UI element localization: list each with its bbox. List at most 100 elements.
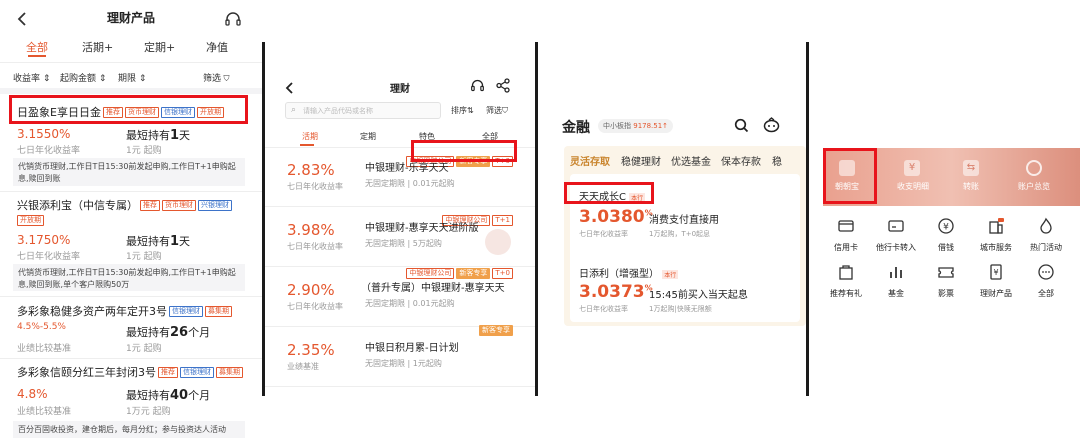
pane-finance: 金融 中小板指 9178.51↑ 灵活存取 稳健理财 优选基金 保本存款 稳 天… [538, 0, 806, 447]
banner-item-zhaozhaobao[interactable]: 朝朝宝 [829, 181, 865, 192]
service-movie-tickets[interactable]: 影票 [922, 262, 970, 299]
tab-demand[interactable]: 活期 [302, 131, 318, 142]
filter-button[interactable]: 筛选⛉ [486, 105, 508, 116]
service-borrow[interactable]: ¥ 借钱 [922, 216, 970, 253]
service-city[interactable]: 城市服务 [972, 216, 1020, 253]
tab-demand[interactable]: 活期+ [82, 39, 113, 55]
product-rate: 2.35% [287, 341, 335, 359]
search-icon[interactable] [734, 118, 750, 134]
hold-unit: 天 [179, 129, 191, 142]
tab-steady[interactable]: 稳健理财 [621, 153, 661, 168]
product-name-text: 日盈象E享日日金 [17, 106, 101, 119]
search-input[interactable]: ⌕ 请输入产品代码或名称 [285, 102, 441, 119]
filter-label: 筛选 [203, 74, 222, 84]
product-name[interactable]: 天天成长C 本行 [579, 188, 646, 203]
product-note: 百分百固收投资，建仓期后，每月分红；参与投资达人活动 [13, 421, 245, 438]
min-hold: 最短持有1天 [126, 127, 190, 143]
product-name[interactable]: 日盈象E享日日金 推荐 货币理财 信银理财 开放期 [17, 104, 224, 120]
spacer [0, 88, 262, 94]
banner-item-overview[interactable]: 账户总览 [1012, 181, 1056, 192]
tab-more[interactable]: 稳 [772, 153, 782, 168]
filter-button[interactable]: 筛选 ⛉ [203, 71, 230, 84]
product-name: 中银理财-惠享天天进阶版 [365, 223, 479, 234]
search-icon: ⌕ [291, 105, 297, 115]
yuan-coin-icon: ¥ [936, 216, 956, 236]
page-title: 理财 [390, 84, 410, 95]
hold-prefix: 最短持有 [126, 129, 170, 142]
headset-icon[interactable] [470, 78, 486, 94]
min-purchase: 1元 起购 [126, 344, 162, 354]
headset-icon[interactable] [224, 8, 244, 26]
share-icon[interactable] [496, 78, 512, 94]
pane-home-banking: 朝朝宝 ¥ 收支明细 ⇆ 转账 账户总览 信用卡 他行卡转入 ¥ 借钱 城市服务… [809, 0, 1080, 447]
product-name-text: 多彩象信颐分红三年封闭3号 [17, 366, 156, 379]
tag-raising: 募集期 [205, 306, 232, 317]
sort-button[interactable]: 排序⇅ [451, 105, 474, 116]
product-rate: 2.90% [287, 281, 335, 299]
tab-fixed[interactable]: 定期+ [144, 39, 175, 55]
product-row[interactable]: 中银理财公司 新客专享 T+0 2.90% 七日年化收益率 （普升专属）中银理财-惠… [265, 267, 535, 327]
product-name[interactable]: 多彩象信颐分红三年封闭3号 推荐 信银理财 募集期 [17, 364, 243, 380]
hold-num: 40 [170, 388, 189, 403]
tag-raising: 募集期 [216, 367, 243, 378]
service-wealth-products[interactable]: ¥ 理财产品 [972, 262, 1020, 299]
screenshot-collage: 理财产品 全部 活期+ 定期+ 净值 收益率 ⇕ 起购金额 ⇕ 期限 ⇕ 筛选 … [0, 0, 1080, 447]
service-all[interactable]: 全部 [1022, 262, 1070, 299]
tab-funds[interactable]: 优选基金 [671, 153, 711, 168]
sort-min-amount[interactable]: 起购金额 ⇕ [60, 71, 106, 84]
decorative-badge-icon [485, 229, 511, 255]
banner-item-transactions[interactable]: 收支明细 [891, 181, 935, 192]
more-dots-icon [1036, 262, 1056, 282]
product-rate: 3.98% [287, 221, 335, 239]
sort-yield[interactable]: 收益率 ⇕ [13, 71, 50, 84]
tab-fixed[interactable]: 定期 [360, 131, 376, 142]
service-other-bank-in[interactable]: 他行卡转入 [872, 216, 920, 253]
rate-label: 七日年化收益率 [17, 146, 81, 156]
tag-settlement: T+0 [492, 268, 513, 279]
sort-term[interactable]: 期限 ⇕ [118, 71, 146, 84]
tag-issuer: 中银理财公司 [406, 268, 455, 279]
divider [0, 296, 262, 297]
rate-value: 3.0380 [579, 207, 645, 227]
tag-recommend: 推荐 [158, 367, 178, 378]
divider [0, 191, 262, 192]
product-name: （普升专属）中银理财-惠享天天 [361, 283, 505, 294]
banner-item-transfer[interactable]: 转账 [955, 181, 987, 192]
tab-deposit[interactable]: 保本存款 [721, 153, 761, 168]
service-label: 全部 [1038, 289, 1054, 298]
product-name[interactable]: 多彩象稳健多资产两年定开3号 信银理财 募集期 [17, 303, 232, 319]
product-row[interactable]: 中银理财公司 新客专享 T+0 2.83% 七日年化收益率 中银理财-乐享天天 无固… [265, 147, 535, 207]
product-rate: 3.1750% [17, 233, 71, 247]
tab-flexible[interactable]: 灵活存取 [570, 153, 610, 168]
product-sub: 无固定期限 | 1元起购 [365, 359, 442, 368]
service-label: 热门活动 [1030, 243, 1062, 252]
assistant-icon[interactable] [763, 117, 781, 134]
product-row[interactable]: 新客专享 2.35% 业绩基准 中银日积月累-日计划 无固定期限 | 1元起购 [265, 325, 535, 387]
product-row[interactable]: 中银理财公司 T+1 3.98% 七日年化收益率 中银理财-惠享天天进阶版 无固定… [265, 207, 535, 267]
product-rate: 2.83% [287, 161, 335, 179]
rate-label: 七日年化收益率 [17, 252, 81, 262]
product-tags: 新客专享 [477, 320, 513, 339]
tab-featured[interactable]: 特色 [419, 131, 435, 142]
hold-num: 26 [170, 325, 189, 340]
service-hot-events[interactable]: 热门活动 [1022, 216, 1070, 253]
divider [0, 62, 262, 63]
tag-new-customer: 新客专享 [456, 268, 491, 279]
min-purchase: 1元 起购 [126, 146, 162, 156]
service-credit-card[interactable]: 信用卡 [822, 216, 870, 253]
tab-all[interactable]: 全部 [482, 131, 498, 142]
tab-all[interactable]: 全部 [26, 39, 48, 55]
index-ticker[interactable]: 中小板指 9178.51↑ [598, 119, 674, 133]
rate-label: 业绩比较基准 [17, 344, 72, 354]
tag-money-fund: 货币理财 [124, 107, 159, 118]
service-referral[interactable]: 推荐有礼 [822, 262, 870, 299]
service-fund[interactable]: 基金 [872, 262, 920, 299]
tag-open-period: 开放期 [17, 215, 44, 226]
pane-wealth-products: 理财产品 全部 活期+ 定期+ 净值 收益率 ⇕ 起购金额 ⇕ 期限 ⇕ 筛选 … [0, 0, 262, 447]
tag-issuer: 信银理财 [169, 306, 203, 317]
product-name[interactable]: 兴银添利宝（中信专属） 推荐 货币理财 兴银理财 [17, 197, 232, 213]
product-name[interactable]: 日添利（增强型） 本行 [579, 265, 679, 280]
tag-new-customer: 新客专享 [479, 325, 513, 336]
tab-net-value[interactable]: 净值 [206, 39, 228, 55]
tag-settlement: T+1 [492, 215, 513, 226]
